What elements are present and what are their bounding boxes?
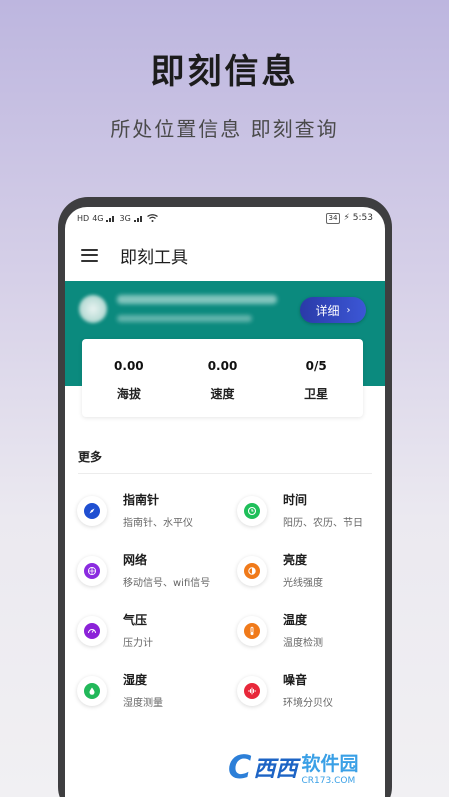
- tool-desc: 温度检测: [283, 638, 323, 649]
- status-left: HD 4G 3G: [77, 214, 158, 223]
- tool-desc: 指南针、水平仪: [123, 518, 193, 529]
- tool-item-brightness[interactable]: 亮度 光线强度: [225, 549, 375, 599]
- tool-title: 指南针: [123, 493, 160, 507]
- tool-item-time[interactable]: 时间 阳历、农历、节日: [225, 489, 375, 539]
- hero-title: 即刻信息: [150, 52, 299, 92]
- sound-icon: [237, 676, 267, 706]
- tool-desc: 光线强度: [283, 578, 323, 589]
- watermark-brand: 西西: [253, 757, 298, 782]
- network-icon: [77, 556, 107, 586]
- battery-icon: 34: [325, 212, 341, 224]
- thermometer-icon: [237, 616, 267, 646]
- phone-screen: HD 4G 3G 34 ⚡ 5:53 即刻工具 详细 › 0.00 海拔 0.0…: [65, 207, 385, 797]
- network-4g-label: 4G: [92, 213, 104, 223]
- stat-label: 海拔: [116, 387, 141, 401]
- tool-desc: 压力计: [123, 638, 153, 649]
- stat-altitude: 0.00 海拔: [82, 339, 176, 417]
- tool-item-text: 噪音 环境分贝仪: [283, 671, 375, 709]
- tool-item-noise[interactable]: 噪音 环境分贝仪: [225, 669, 375, 719]
- signal-icon-2: [133, 216, 142, 222]
- tool-title: 湿度: [123, 673, 148, 687]
- tool-title: 温度: [283, 613, 308, 627]
- tool-desc: 移动信号、wifi信号: [123, 578, 211, 589]
- compass-icon: [77, 496, 107, 526]
- wifi-icon: [146, 214, 158, 222]
- tool-title: 气压: [123, 613, 148, 627]
- gauge-icon: [77, 616, 107, 646]
- clock-icon: [237, 496, 267, 526]
- compass-icon-dot: [84, 503, 100, 519]
- tool-item-text: 温度 温度检测: [283, 611, 375, 649]
- tool-desc: 湿度测量: [123, 698, 163, 709]
- tool-item-compass[interactable]: 指南针 指南针、水平仪: [65, 489, 215, 539]
- brightness-icon-dot: [244, 563, 260, 579]
- tool-desc: 阳历、农历、节日: [283, 518, 363, 529]
- detail-button[interactable]: 详细 ›: [300, 297, 366, 323]
- gauge-icon-dot: [84, 623, 100, 639]
- status-bar: HD 4G 3G 34 ⚡ 5:53: [65, 207, 385, 229]
- watermark-name: 软件园: [301, 752, 359, 775]
- menu-icon[interactable]: [81, 248, 98, 262]
- tool-title: 时间: [283, 493, 308, 507]
- location-avatar: [79, 295, 107, 323]
- tool-title: 亮度: [283, 553, 308, 567]
- phone-frame: HD 4G 3G 34 ⚡ 5:53 即刻工具 详细 › 0.00 海拔 0.0…: [58, 197, 392, 797]
- stat-value: 0.00: [114, 359, 144, 373]
- signal-icon: [106, 216, 115, 222]
- tool-item-text: 网络 移动信号、wifi信号: [123, 551, 215, 589]
- tool-title: 噪音: [283, 673, 308, 687]
- charging-icon: ⚡: [343, 213, 350, 223]
- humidity-icon: [77, 676, 107, 706]
- hero-subtitle: 所处位置信息 即刻查询: [110, 117, 339, 141]
- watermark-logo: C 西西 软件园 CR173.COM: [228, 744, 438, 790]
- stat-value: 0.00: [207, 359, 238, 373]
- status-time: 5:53: [352, 213, 373, 223]
- tool-title: 网络: [123, 553, 148, 567]
- brightness-icon: [237, 556, 267, 586]
- tool-item-pressure[interactable]: 气压 压力计: [65, 609, 215, 659]
- tool-item-text: 指南针 指南针、水平仪: [123, 491, 215, 529]
- tool-item-text: 亮度 光线强度: [283, 551, 375, 589]
- chevron-right-icon: ›: [346, 304, 351, 316]
- divider: [78, 473, 372, 474]
- blurred-address: [117, 295, 277, 304]
- watermark-c-icon: C: [228, 748, 252, 786]
- stat-label: 速度: [210, 387, 235, 401]
- app-bar: 即刻工具: [65, 229, 385, 281]
- section-title-more: 更多: [78, 450, 103, 464]
- stat-value: 0/5: [305, 359, 327, 373]
- stat-satellites: 0/5 卫星: [269, 339, 363, 417]
- stat-label: 卫星: [304, 387, 329, 401]
- sound-icon-dot: [244, 683, 260, 699]
- status-right: 34 ⚡ 5:53: [325, 212, 373, 224]
- detail-button-label: 详细: [315, 303, 340, 318]
- tool-item-temperature[interactable]: 温度 温度检测: [225, 609, 375, 659]
- tool-item-text: 气压 压力计: [123, 611, 215, 649]
- tool-item-text: 湿度 湿度测量: [123, 671, 215, 709]
- watermark-right: 软件园 CR173.COM: [302, 749, 359, 786]
- thermometer-icon-dot: [244, 623, 260, 639]
- network-3g-label: 3G: [119, 213, 131, 223]
- stats-card: 0.00 海拔 0.00 速度 0/5 卫星: [82, 339, 363, 417]
- tool-item-text: 时间 阳历、农历、节日: [283, 491, 375, 529]
- tool-item-network[interactable]: 网络 移动信号、wifi信号: [65, 549, 215, 599]
- hd-badge: HD: [77, 213, 90, 223]
- tool-desc: 环境分贝仪: [283, 698, 333, 709]
- app-title: 即刻工具: [120, 247, 188, 268]
- blurred-coordinates: [117, 315, 252, 322]
- humidity-icon-dot: [84, 683, 100, 699]
- tool-item-humidity[interactable]: 湿度 湿度测量: [65, 669, 215, 719]
- network-icon-dot: [84, 563, 100, 579]
- stat-speed: 0.00 速度: [176, 339, 270, 417]
- watermark-url: CR173.COM: [301, 775, 356, 786]
- clock-icon-dot: [244, 503, 260, 519]
